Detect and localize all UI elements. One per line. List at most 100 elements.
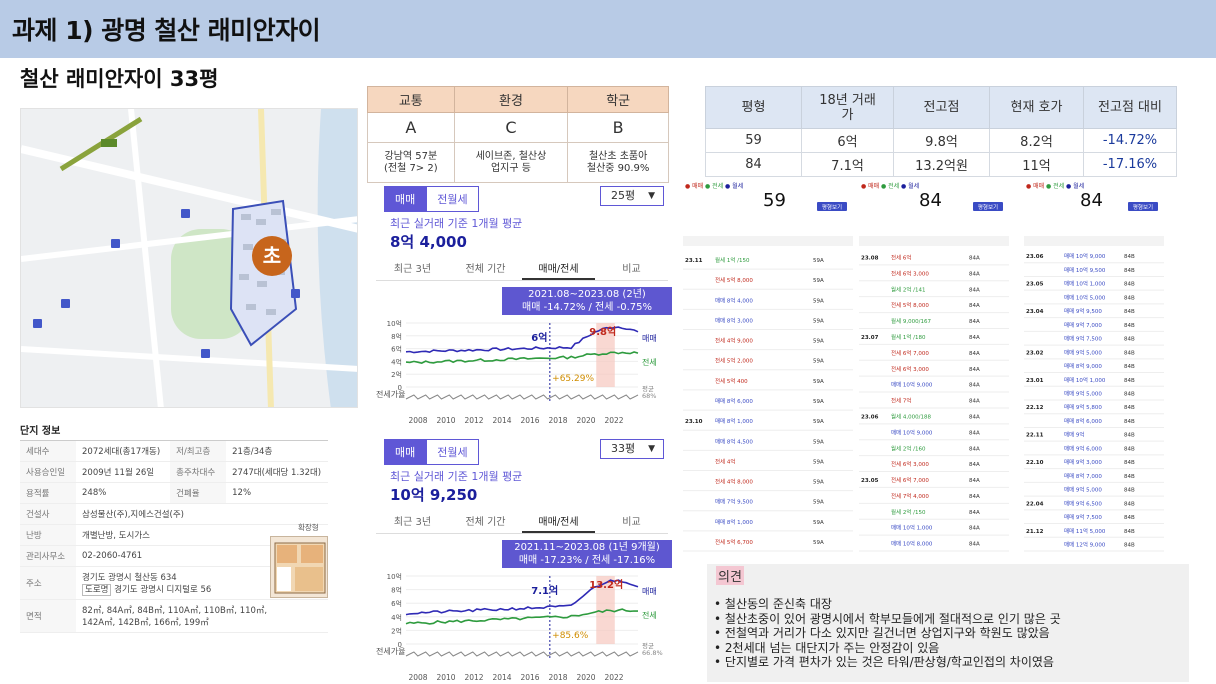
x-tick-label: 2014 xyxy=(492,416,511,425)
legend-rent: 전세 xyxy=(642,610,657,620)
transaction-price: 매매 9억 9,500 xyxy=(1064,307,1102,315)
unit-type: 84B xyxy=(1124,529,1135,535)
page-subtitle: 철산 래미안자이 33평 xyxy=(20,67,219,91)
info-value: 248% xyxy=(76,482,171,504)
unit-type: 84A xyxy=(969,446,980,452)
unit-type: 59A xyxy=(813,399,824,405)
info-row: 세대수 2072세대(총17개동) 저/최고층 21층/34층 xyxy=(20,440,328,462)
transaction-list-84a: ● 매매 ● 전세 ● 월세평형보기전세 6억 84A 전세 6억 3,000 84A 월세… xyxy=(859,182,1009,552)
x-tick-label: 2020 xyxy=(576,416,595,425)
transaction-price: 매매 8억 9,000 xyxy=(1064,362,1102,370)
grade-school: B xyxy=(567,112,669,143)
opinion-item: 철산초중이 있어 광명시에서 학부모들에게 절대적으로 인기 많은 곳 xyxy=(714,612,1188,627)
unit-type: 59A xyxy=(813,339,824,345)
tab-sale-rent[interactable]: 매매/전세 xyxy=(522,512,595,533)
unit-type: 84A xyxy=(969,303,980,309)
pyeong-label-59: 59 xyxy=(763,190,786,211)
transaction-price: 매매 9억 7,500 xyxy=(1064,513,1102,521)
tab-compare[interactable]: 비교 xyxy=(595,259,668,280)
transaction-price: 전세 6억 7,000 xyxy=(891,349,929,357)
complex-info-title: 단지 정보 xyxy=(20,426,61,437)
unit-type: 84B xyxy=(1124,309,1135,315)
unit-type: 59A xyxy=(813,459,824,465)
transaction-price: 매매 9억 7,500 xyxy=(1064,335,1102,343)
pyeong-label-84a: 84 xyxy=(919,190,942,211)
transaction-price: 매매 8억 6,000 xyxy=(1064,417,1102,425)
price-row: 59 6억 9.8억 8.2억 -14.72% xyxy=(705,128,1177,153)
legend-rent: 전세 xyxy=(642,357,657,367)
trade-type-toggle: 매매 전월세 xyxy=(384,439,479,465)
legend-sale: ● 매매 xyxy=(861,182,879,190)
tab-recent-3y[interactable]: 최근 3년 xyxy=(376,512,449,533)
info-row: 사용승인일 2009년 11월 26일 총주차대수 2747대(세대당 1.32… xyxy=(20,461,328,483)
unit-type: 59A xyxy=(813,520,824,526)
transaction-price: 매매 9억 5,000 xyxy=(1064,348,1102,356)
pyeong-select[interactable]: 33평 ▼ xyxy=(600,439,664,459)
tab-compare[interactable]: 비교 xyxy=(595,512,668,533)
opinion-title: 의견 xyxy=(716,566,744,585)
school-marker-icon[interactable]: 초 xyxy=(252,236,292,276)
info-key: 저/최고층 xyxy=(170,440,227,462)
y-tick-label: 2억 xyxy=(391,371,402,379)
transaction-price: 매매 10억 9,000 xyxy=(1064,252,1106,260)
tab-recent-3y[interactable]: 최근 3년 xyxy=(376,259,449,280)
price-chart-25: 10억8억6억4억2억02008 2010 2012 2014 2016 2018 2020… xyxy=(376,320,657,425)
tab-sale-rent[interactable]: 매매/전세 xyxy=(522,259,595,280)
transaction-list-84b: ● 매매 ● 전세 ● 월세평형보기매매 10억 9,000 84B 매매 10억 9,… xyxy=(1024,182,1164,552)
info-key: 용적률 xyxy=(20,482,76,504)
price-panel-33: 매매 전월세 33평 ▼ 최근 실거래 기준 1개월 평균 10억 9,250 최… xyxy=(376,436,672,684)
unit-type: 84B xyxy=(1124,460,1135,466)
label-high: 13.2억 xyxy=(589,579,623,591)
unit-type: 59A xyxy=(813,318,824,324)
y-tick-label: 4억 xyxy=(391,358,402,366)
unit-type: 84A xyxy=(969,542,980,548)
tab-all-period[interactable]: 전체 기간 xyxy=(449,259,522,280)
floorplan-image xyxy=(270,536,328,598)
price-cell: 59 xyxy=(705,128,802,153)
pyeong-label-84b: 84 xyxy=(1080,190,1103,211)
avg-ratio-value: 66.8% xyxy=(642,649,663,657)
location-map[interactable] xyxy=(20,108,358,408)
transaction-price: 전세 7억 xyxy=(891,397,911,405)
period-change-box: 2021.11~2023.08 (1년 9개월) 매매 -17.23% / 전세… xyxy=(502,540,672,568)
tab-sale[interactable]: 매매 xyxy=(384,186,427,212)
transaction-price: 매매 9억 5,000 xyxy=(1064,486,1102,494)
transaction-date: 22.10 xyxy=(1026,460,1044,466)
transaction-price: 전세 6억 3,000 xyxy=(891,460,929,468)
transaction-price: 월세 2억 /141 xyxy=(891,285,926,293)
transaction-price: 매매 9억 5,000 xyxy=(1064,390,1102,398)
tab-rent[interactable]: 전월세 xyxy=(426,186,479,212)
info-value: 삼성물산(주),지에스건설(주) xyxy=(76,503,227,525)
unit-type: 84B xyxy=(1124,350,1135,356)
transaction-price: 매매 10억 1,000 xyxy=(1064,376,1106,384)
unit-type: 59A xyxy=(813,439,824,445)
transaction-price: 월세 9,000/167 xyxy=(891,317,931,325)
legend-sale: ● 매매 xyxy=(1026,182,1044,190)
tab-rent[interactable]: 전월세 xyxy=(426,439,479,465)
transaction-price: 매매 9억 xyxy=(1064,431,1084,439)
info-row: 면적 82㎡, 84A㎡, 84B㎡, 110A㎡, 110B㎡, 110㎡, 1… xyxy=(20,599,328,633)
info-row: 건설사 삼성물산(주),지에스건설(주) xyxy=(20,503,328,525)
transaction-price: 매매 10억 9,000 xyxy=(891,381,933,389)
tab-all-period[interactable]: 전체 기간 xyxy=(449,512,522,533)
transaction-price: 전세 5억 8,000 xyxy=(715,276,753,284)
price-cell: 84 xyxy=(705,152,802,177)
period-change-box: 2021.08~2023.08 (2년) 매매 -14.72% / 전세 -0.… xyxy=(502,287,672,315)
transaction-price: 매매 11억 5,000 xyxy=(1064,527,1106,535)
x-tick-label: 2022 xyxy=(604,416,623,425)
unit-type: 84B xyxy=(1124,501,1135,507)
pyeong-select[interactable]: 25평 ▼ xyxy=(600,186,664,206)
price-header: 전고점 xyxy=(893,86,990,129)
transaction-date: 23.05 xyxy=(861,478,879,484)
opinion-item: 전철역과 거리가 다소 있지만 길건너면 상업지구와 학원도 많았음 xyxy=(714,626,1188,641)
avg-price: 10억 9,250 xyxy=(390,486,478,504)
unit-type: 59A xyxy=(813,500,824,506)
price-cell: 8.2억 xyxy=(989,128,1084,153)
transaction-price: 전세 5억 400 xyxy=(715,377,748,385)
pyeong-select-value: 25평 xyxy=(611,189,636,202)
unit-type: 84B xyxy=(1124,282,1135,288)
x-tick-label: 2010 xyxy=(436,416,455,425)
tab-sale[interactable]: 매매 xyxy=(384,439,427,465)
transaction-price: 매매 12억 9,000 xyxy=(1064,541,1106,549)
unit-type: 59A xyxy=(813,359,824,365)
